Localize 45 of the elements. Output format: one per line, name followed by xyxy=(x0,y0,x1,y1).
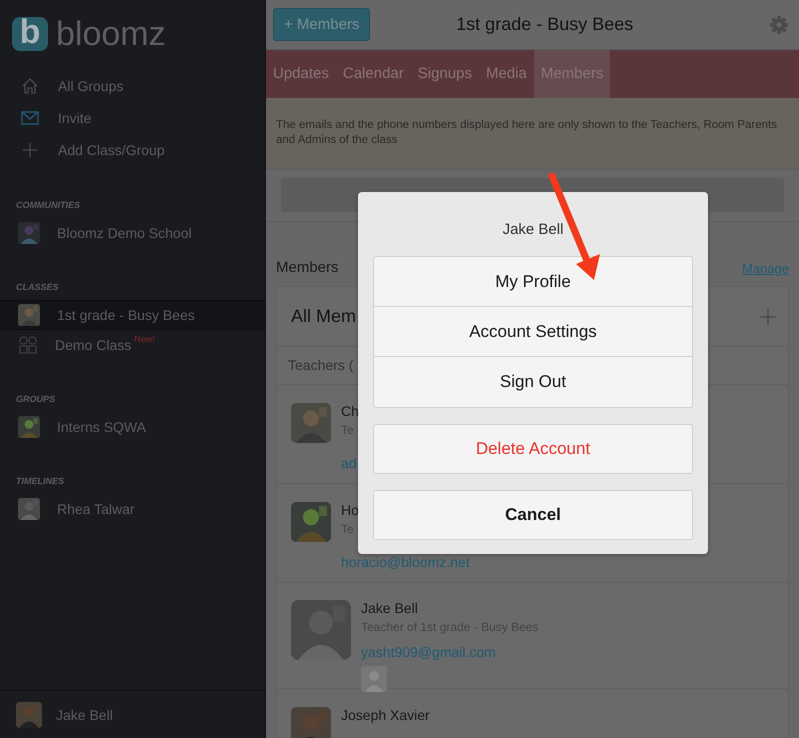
menu-option[interactable]: Sign Out xyxy=(374,357,692,407)
sidebar-item[interactable]: Demo Class $^{New!}$ xyxy=(0,330,265,360)
add-members-button[interactable]: + Members xyxy=(273,8,370,41)
tab[interactable]: Updates xyxy=(266,50,336,98)
member-name: Jake Bell xyxy=(361,600,419,616)
dialog-title: Jake Bell xyxy=(502,221,564,238)
sidebar-item[interactable]: Bloomz Demo School xyxy=(0,218,265,248)
section-heading: CLASSES xyxy=(15,282,60,292)
nav-item[interactable]: Invite xyxy=(0,102,265,134)
section-title: Members xyxy=(276,259,339,276)
member-name: Joseph Xavier xyxy=(341,707,430,723)
home-icon xyxy=(21,77,39,95)
email-link[interactable]: ad xyxy=(341,455,359,471)
tab[interactable]: Calendar xyxy=(336,50,411,98)
delete-account-button[interactable]: Delete Account xyxy=(373,424,693,474)
sidebar-item[interactable]: Interns SQWA xyxy=(0,412,265,442)
menu-option[interactable]: Account Settings xyxy=(374,307,692,357)
sidebar-item[interactable]: Rhea Talwar xyxy=(0,494,265,524)
user-name[interactable]: Jake Bell xyxy=(56,706,113,722)
member-name: Ch xyxy=(341,403,359,419)
member-name: Ho xyxy=(341,502,360,518)
email-link[interactable]: yasht909@gmail.com xyxy=(361,644,538,660)
section-heading: TIMELINES xyxy=(15,476,66,486)
notice-text: The emails and the phone numbers displayed here are only shown to the Teachers, Room Parents and Admins of the class xyxy=(266,98,799,170)
settings-icon[interactable] xyxy=(769,14,789,34)
menu-option[interactable]: My Profile xyxy=(374,257,692,307)
mail-icon xyxy=(21,109,39,127)
tab[interactable]: Media xyxy=(478,50,534,98)
plus-icon xyxy=(21,141,39,159)
tab[interactable]: Signups xyxy=(410,50,479,98)
sidebar-item[interactable]: 1st grade - Busy Bees xyxy=(0,300,265,330)
plus-icon[interactable] xyxy=(760,308,776,324)
section-heading: COMMUNITIES xyxy=(15,200,81,210)
section-heading: GROUPS xyxy=(15,394,56,404)
card-title: All Mem xyxy=(291,306,356,327)
manage-link[interactable]: Manage xyxy=(742,261,789,276)
page-title: 1st grade - Busy Bees xyxy=(455,14,634,35)
logo-icon[interactable]: b xyxy=(12,17,48,51)
cancel-button[interactable]: Cancel xyxy=(373,490,693,540)
group-icon xyxy=(18,335,38,355)
email-link[interactable]: horacio@bloomz.net xyxy=(341,554,470,570)
new-label: New! xyxy=(134,334,155,344)
logo-text: bloomz xyxy=(56,16,166,52)
nav-item[interactable]: Add Class/Group xyxy=(0,134,265,166)
nav-item[interactable]: All Groups xyxy=(0,70,265,102)
